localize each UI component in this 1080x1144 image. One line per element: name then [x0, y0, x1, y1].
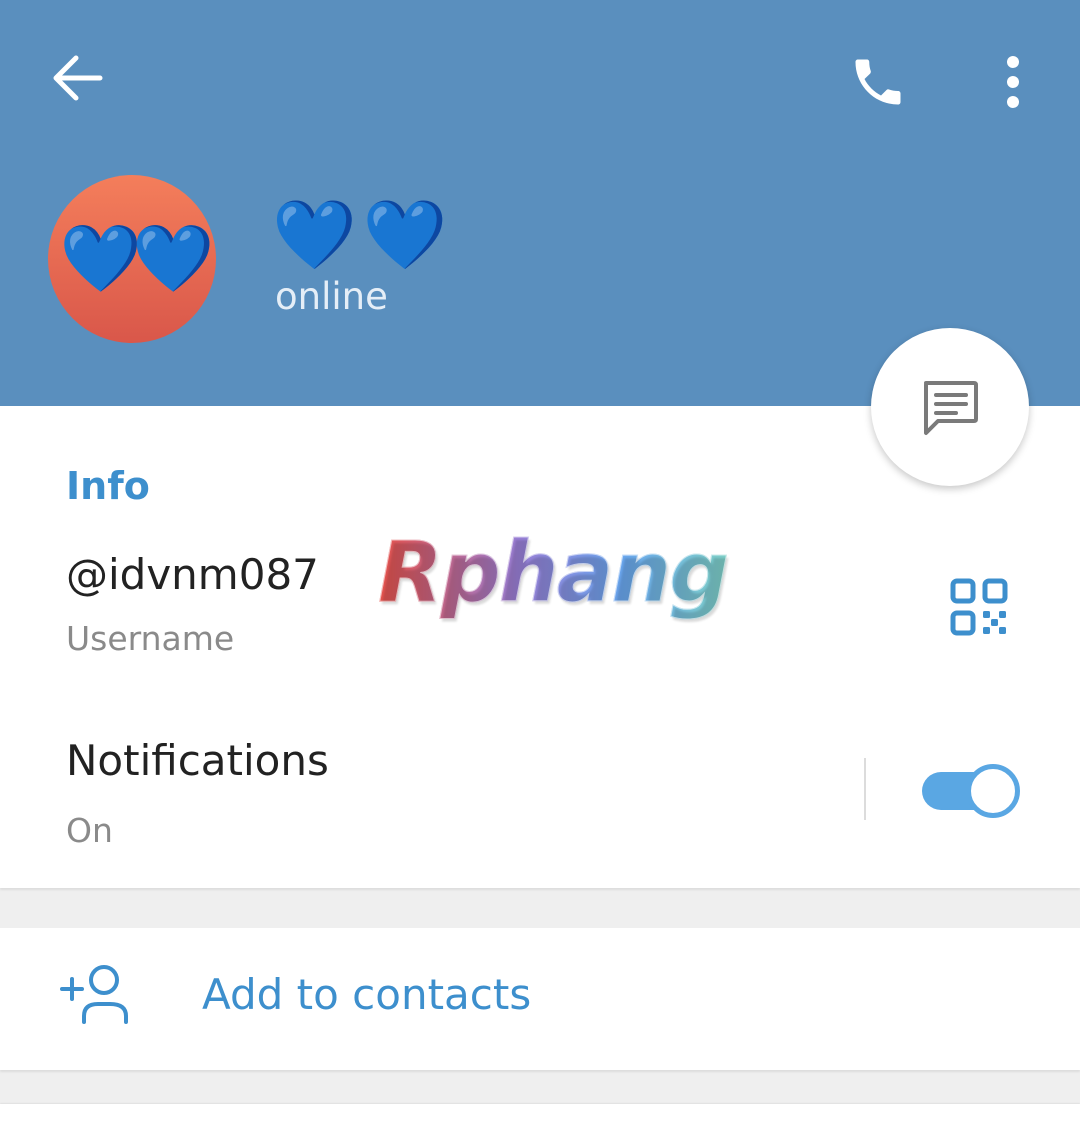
add-to-contacts-row[interactable] [0, 928, 1080, 1070]
avatar[interactable]: 💙💙 [48, 175, 216, 343]
qr-code-icon [950, 578, 1008, 636]
call-button[interactable] [838, 42, 918, 122]
username-value[interactable]: @idvnm087 [66, 548, 319, 602]
arrow-left-icon [53, 55, 103, 101]
next-card [0, 1104, 1080, 1144]
toggle-knob[interactable] [966, 764, 1020, 818]
phone-icon [855, 59, 901, 105]
profile-name: 💙💙 [272, 196, 454, 275]
more-options-button[interactable] [982, 42, 1044, 122]
online-status: online [275, 275, 388, 318]
qr-code-button[interactable] [946, 574, 1012, 640]
add-to-contacts-label: Add to contacts [202, 970, 532, 1019]
send-message-button[interactable] [871, 328, 1029, 486]
username-label: Username [66, 619, 235, 658]
add-person-icon [58, 962, 132, 1026]
notifications-value: On [66, 811, 113, 850]
back-button[interactable] [40, 40, 116, 116]
more-vert-icon [1007, 56, 1019, 108]
message-icon [924, 381, 978, 435]
divider [864, 758, 866, 820]
section-title-info: Info [66, 464, 150, 508]
notifications-title[interactable]: Notifications [66, 734, 329, 788]
